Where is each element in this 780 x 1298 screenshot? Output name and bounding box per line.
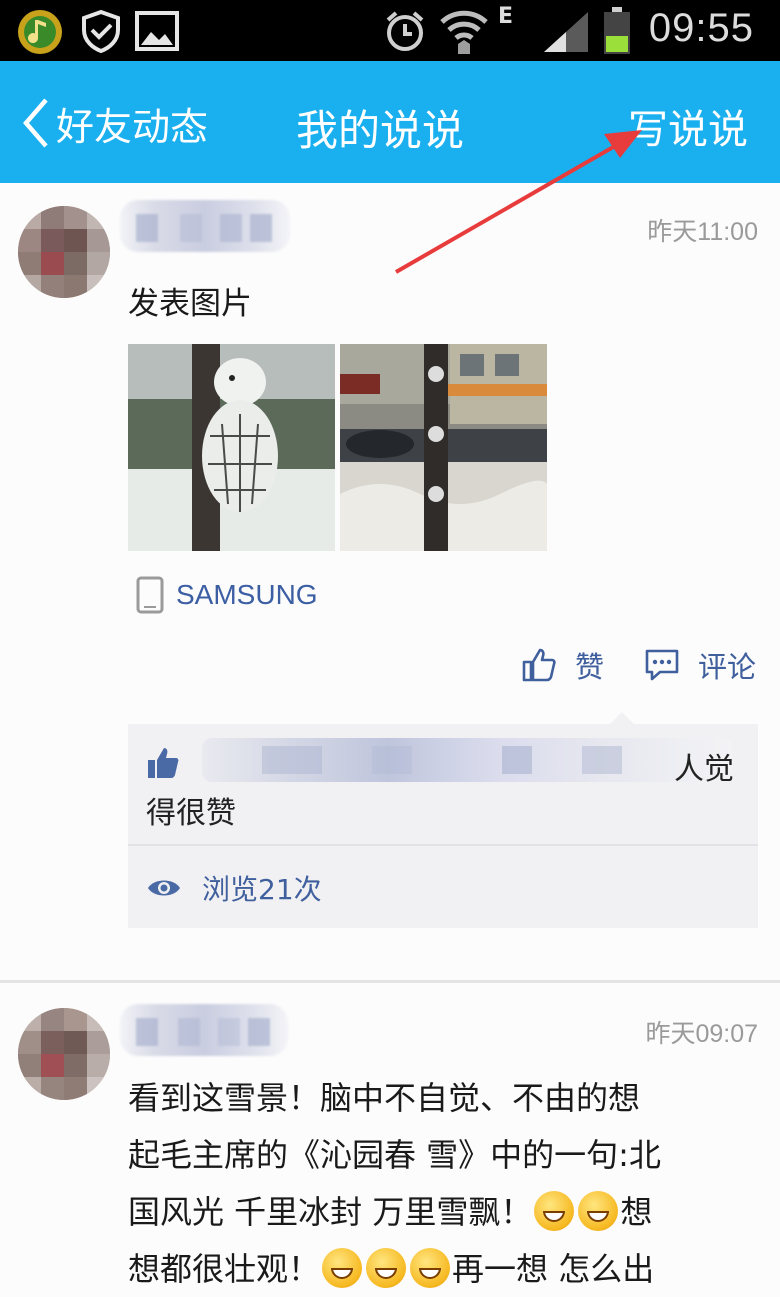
post-text-line: 看到这雪景！脑中不自觉、不由的想 — [128, 1079, 641, 1117]
post-card: 昨天09:07 看到这雪景！脑中不自觉、不由的想 起毛主席的《沁园春 雪》中的一… — [0, 0, 780, 1297]
post-text: 看到这雪景！脑中不自觉、不由的想 起毛主席的《沁园春 雪》中的一句:北 国风光 … — [128, 1070, 758, 1298]
post-time: 昨天09:07 — [645, 1020, 758, 1048]
username-redacted[interactable] — [120, 1004, 288, 1056]
grin-emoji-icon — [534, 1191, 575, 1231]
post-text-line: 起毛主席的《沁园春 雪》中的一句:北 — [128, 1136, 661, 1174]
avatar[interactable] — [18, 1008, 110, 1100]
post-text-line: 想都很壮观！ 再一想 怎么出 — [128, 1248, 655, 1288]
post-text-line: 国风光 千里冰封 万里雪飘！想 — [128, 1191, 653, 1231]
laugh-emoji-icon — [410, 1248, 451, 1288]
grin-emoji-icon — [578, 1191, 619, 1231]
laugh-emoji-icon — [366, 1248, 407, 1288]
laugh-emoji-icon — [322, 1248, 363, 1288]
